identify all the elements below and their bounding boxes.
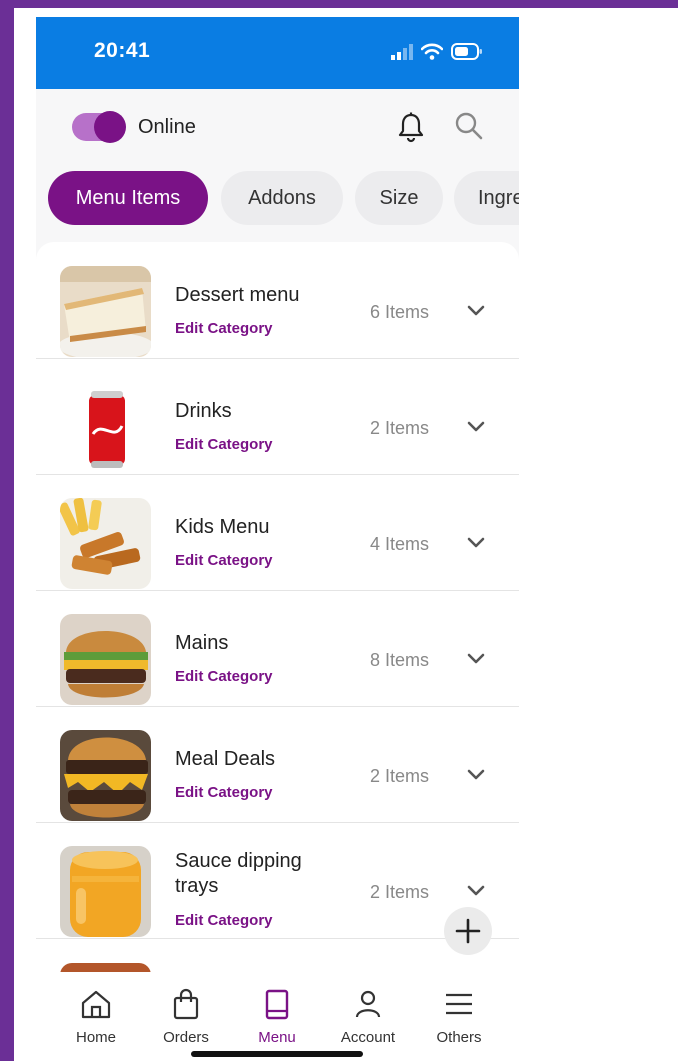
book-icon bbox=[265, 989, 289, 1020]
nav-home[interactable]: Home bbox=[56, 988, 136, 1046]
chevron-down-icon[interactable] bbox=[467, 653, 485, 665]
toggle-knob bbox=[94, 111, 126, 143]
nav-menu[interactable]: Menu bbox=[237, 988, 317, 1046]
nav-label: Home bbox=[75, 1029, 116, 1046]
category-name: Sauce dipping trays bbox=[175, 850, 302, 897]
category-tabs: Menu Items Addons Size Ingre bbox=[48, 171, 519, 225]
add-button[interactable] bbox=[444, 907, 492, 955]
dessert-thumbnail bbox=[60, 266, 151, 357]
category-name: Drinks bbox=[175, 400, 232, 422]
search-icon[interactable] bbox=[454, 111, 484, 141]
online-toggle[interactable] bbox=[72, 111, 126, 143]
category-row-meal-deals[interactable]: Meal Deals Edit Category 2 Items bbox=[36, 706, 519, 823]
status-time: 20:41 bbox=[94, 39, 151, 62]
item-count: 2 Items bbox=[370, 766, 430, 786]
bottom-nav: Home Orders Menu Account Others bbox=[36, 972, 519, 1061]
item-count: 6 Items bbox=[370, 302, 430, 322]
chevron-down-icon[interactable] bbox=[467, 305, 485, 317]
category-name: Mains bbox=[175, 632, 229, 654]
meal-deals-thumbnail bbox=[60, 730, 151, 821]
chevron-down-icon[interactable] bbox=[467, 885, 485, 897]
user-icon bbox=[355, 990, 381, 1018]
category-name: Meal Deals bbox=[175, 748, 276, 770]
signal-icon bbox=[391, 43, 413, 60]
nav-label: Menu bbox=[258, 1029, 296, 1046]
category-row-kids-menu[interactable]: Kids Menu Edit Category 4 Items bbox=[36, 474, 519, 591]
home-indicator bbox=[191, 1051, 363, 1057]
chevron-down-icon[interactable] bbox=[467, 769, 485, 781]
item-count: 4 Items bbox=[370, 534, 430, 554]
category-row-dessert[interactable]: Dessert menu Edit Category 6 Items bbox=[36, 242, 519, 359]
top-bar: Online bbox=[36, 89, 519, 169]
kids-menu-thumbnail bbox=[60, 498, 151, 589]
tab-menu-items[interactable]: Menu Items bbox=[48, 171, 208, 225]
edit-category-link[interactable]: Edit Category bbox=[175, 552, 273, 569]
edit-category-link[interactable]: Edit Category bbox=[175, 668, 273, 685]
phone-screen: 20:41 Online Menu Items Addons Size Ingr… bbox=[36, 17, 519, 1061]
item-count: 8 Items bbox=[370, 650, 430, 670]
nav-label: Account bbox=[340, 1029, 396, 1046]
category-row-mains[interactable]: Mains Edit Category 8 Items bbox=[36, 590, 519, 707]
drinks-thumbnail bbox=[60, 382, 151, 473]
item-count: 2 Items bbox=[370, 882, 430, 902]
wifi-icon bbox=[421, 43, 443, 60]
edit-category-link[interactable]: Edit Category bbox=[175, 912, 273, 929]
battery-icon bbox=[451, 43, 482, 60]
chevron-down-icon[interactable] bbox=[467, 537, 485, 549]
nav-label: Others bbox=[436, 1029, 482, 1046]
tab-addons[interactable]: Addons bbox=[221, 171, 343, 225]
nav-account[interactable]: Account bbox=[328, 988, 408, 1046]
menu-icon bbox=[446, 993, 472, 1015]
edit-category-link[interactable]: Edit Category bbox=[175, 784, 273, 801]
item-count: 2 Items bbox=[370, 418, 430, 438]
edit-category-link[interactable]: Edit Category bbox=[175, 320, 273, 337]
home-icon bbox=[81, 990, 111, 1019]
edit-category-link[interactable]: Edit Category bbox=[175, 436, 273, 453]
mains-thumbnail bbox=[60, 614, 151, 705]
category-name: Dessert menu bbox=[175, 284, 300, 306]
nav-orders[interactable]: Orders bbox=[146, 988, 226, 1046]
tab-ingredients[interactable]: Ingre bbox=[454, 171, 519, 225]
nav-others[interactable]: Others bbox=[419, 988, 499, 1046]
category-name: Kids Menu bbox=[175, 516, 270, 538]
bag-icon bbox=[173, 988, 199, 1020]
bell-icon[interactable] bbox=[397, 111, 425, 143]
online-label: Online bbox=[138, 116, 196, 138]
nav-label: Orders bbox=[163, 1029, 209, 1046]
status-bar: 20:41 bbox=[36, 17, 519, 89]
tab-size[interactable]: Size bbox=[355, 171, 443, 225]
chevron-down-icon[interactable] bbox=[467, 421, 485, 433]
sauce-thumbnail bbox=[60, 846, 151, 937]
category-row-drinks[interactable]: Drinks Edit Category 2 Items bbox=[36, 358, 519, 475]
category-list: Dessert menu Edit Category 6 Items Drink… bbox=[36, 242, 519, 987]
plus-icon bbox=[455, 918, 481, 944]
